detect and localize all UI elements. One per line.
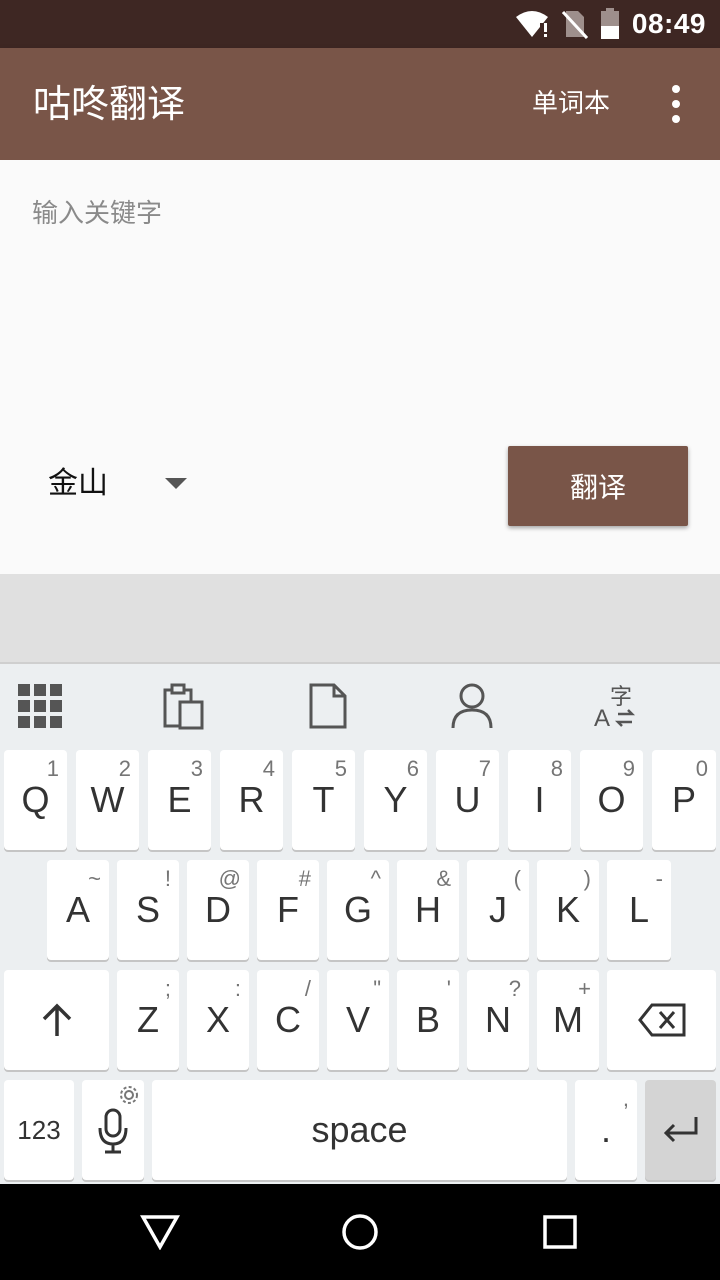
translate-icon[interactable]: 字 A: [588, 678, 644, 734]
key-f[interactable]: F #: [257, 860, 319, 960]
key-x[interactable]: X:: [187, 970, 249, 1070]
key-i[interactable]: I8: [508, 750, 571, 850]
key-q[interactable]: Q1: [4, 750, 67, 850]
key-u[interactable]: U7: [436, 750, 499, 850]
enter-icon: [663, 1117, 697, 1143]
wordbook-button[interactable]: 单词本: [532, 86, 610, 122]
key-c[interactable]: C /: [257, 970, 319, 1070]
svg-text:字: 字: [610, 685, 632, 710]
key-h[interactable]: H &: [397, 860, 459, 960]
key-r[interactable]: R4: [220, 750, 283, 850]
key-n[interactable]: N?: [467, 970, 529, 1070]
grid-icon[interactable]: [12, 678, 68, 734]
wifi-icon: [515, 11, 548, 37]
key-j[interactable]: J(: [467, 860, 529, 960]
dropdown-arrow-icon: [165, 478, 187, 489]
shift-arrow-icon: [42, 1003, 71, 1036]
svg-text:A: A: [594, 705, 610, 730]
key-w[interactable]: W2: [76, 750, 139, 850]
more-vert-icon[interactable]: [658, 80, 694, 128]
mic-icon: [98, 1108, 128, 1154]
key-k[interactable]: K): [537, 860, 599, 960]
key-z[interactable]: Z;: [117, 970, 179, 1070]
key-p[interactable]: P0: [652, 750, 716, 850]
app-bar: 咕咚翻译 单词本: [0, 48, 720, 160]
document-icon[interactable]: [300, 678, 356, 734]
key-e[interactable]: E3: [148, 750, 211, 850]
home-icon[interactable]: [336, 1208, 384, 1256]
navigation-bar: [0, 1184, 720, 1280]
key-g[interactable]: G ^: [327, 860, 389, 960]
backspace-key[interactable]: [607, 970, 716, 1070]
space-key[interactable]: space: [152, 1080, 567, 1180]
battery-icon: [600, 8, 619, 39]
keyword-input[interactable]: [20, 184, 680, 244]
shift-key[interactable]: [4, 970, 109, 1070]
keyboard-toolbar: 字 A: [0, 664, 720, 748]
key-b[interactable]: B ': [397, 970, 459, 1070]
status-bar: 08:49: [0, 0, 720, 48]
key-t[interactable]: T5: [292, 750, 355, 850]
period-key[interactable]: .,: [575, 1080, 637, 1180]
symbols-key[interactable]: 123: [4, 1080, 74, 1180]
settings-gear-icon: [120, 1086, 138, 1104]
key-m[interactable]: M +: [537, 970, 599, 1070]
no-sim-icon: [561, 10, 588, 39]
status-icons: 08:49: [514, 0, 706, 48]
translate-panel: 金山 翻译: [0, 160, 720, 574]
backspace-icon: [637, 1003, 685, 1037]
person-icon[interactable]: [444, 678, 500, 734]
back-icon[interactable]: [136, 1208, 184, 1256]
key-d[interactable]: D @: [187, 860, 249, 960]
clipboard-icon[interactable]: [156, 678, 212, 734]
soft-keyboard: 字 A Q1 W2 E3 R4 T5 Y6 U7 I8 O9 P0 A ~ S! …: [0, 664, 720, 1184]
app-title: 咕咚翻译: [33, 82, 186, 126]
voice-input-key[interactable]: [82, 1080, 144, 1180]
key-l[interactable]: L-: [607, 860, 671, 960]
key-s[interactable]: S!: [117, 860, 179, 960]
key-a[interactable]: A ~: [47, 860, 109, 960]
recents-icon[interactable]: [536, 1208, 584, 1256]
translate-button[interactable]: 翻译: [508, 446, 688, 526]
status-time: 08:49: [631, 8, 706, 39]
key-y[interactable]: Y6: [364, 750, 427, 850]
keyboard-suggestion-strip: [0, 574, 720, 664]
enter-key[interactable]: [645, 1080, 716, 1180]
source-spinner[interactable]: 金山: [32, 454, 202, 514]
source-spinner-value: 金山: [48, 466, 108, 501]
key-o[interactable]: O9: [580, 750, 643, 850]
key-v[interactable]: V ": [327, 970, 389, 1070]
